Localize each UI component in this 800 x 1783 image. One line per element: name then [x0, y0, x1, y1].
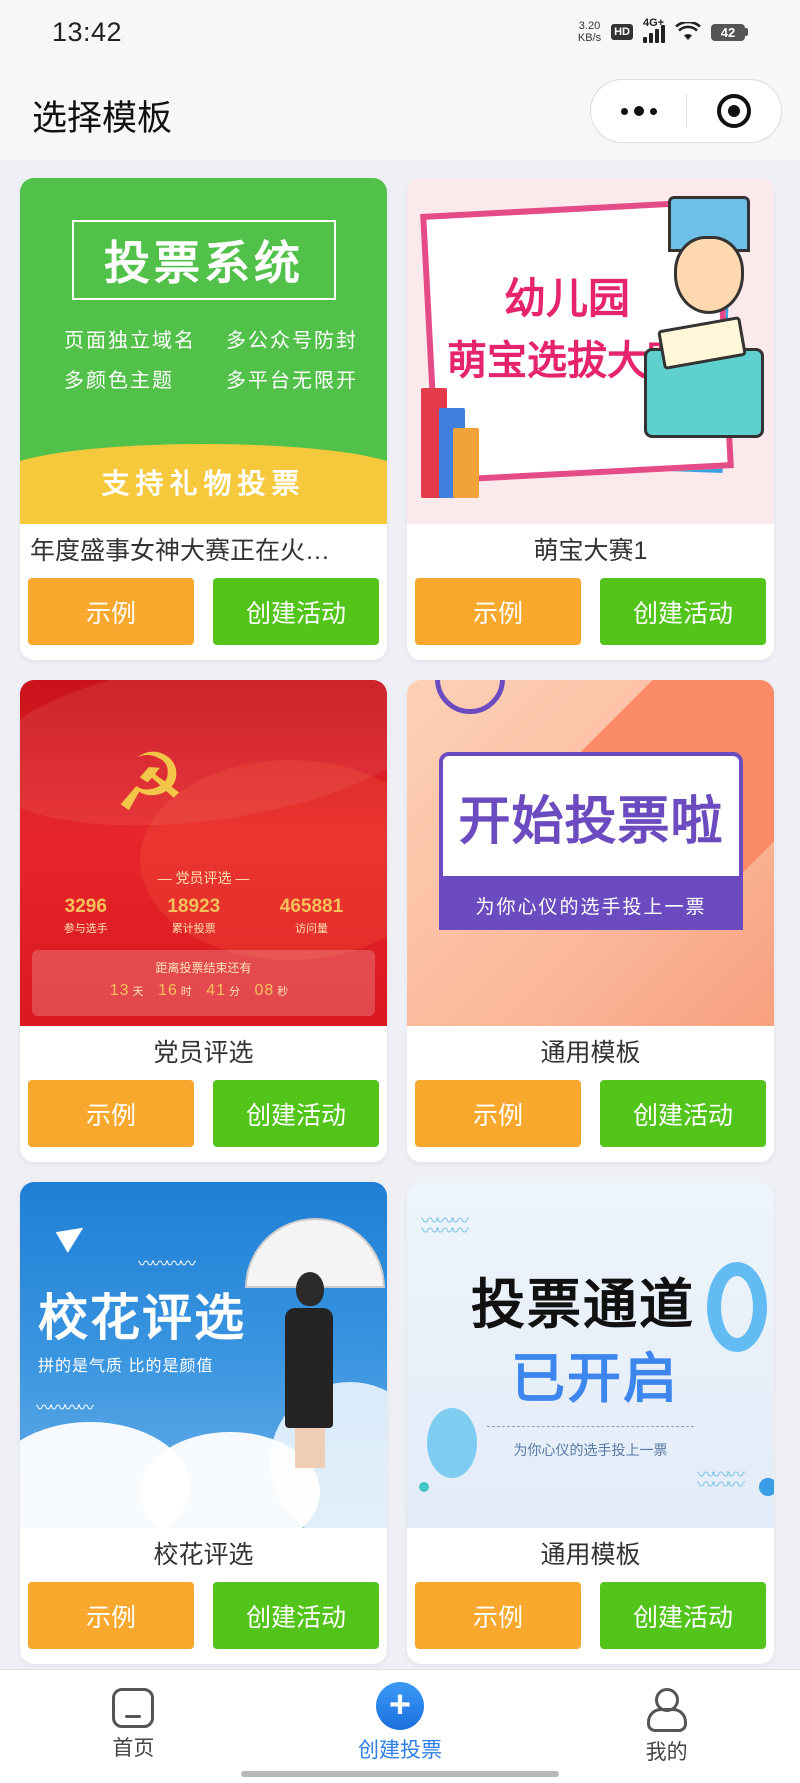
- thumb-stats: 3296 参与选手 18923 累计投票 465881 访问量: [34, 896, 373, 936]
- page-title: 选择模板: [32, 99, 173, 138]
- template-title: 通用模板: [540, 1541, 641, 1569]
- wave-decoration: 〰〰〰〰: [138, 1256, 196, 1273]
- thumb-feature: 多公众号防封: [226, 330, 358, 352]
- battery-level: 42: [711, 23, 745, 41]
- tab-label: 我的: [645, 1741, 688, 1764]
- template-title: 党员评选: [153, 1039, 254, 1067]
- home-indicator: [241, 1771, 559, 1777]
- signal-icon: 4G+: [643, 17, 665, 43]
- person-illustration: [285, 1272, 335, 1468]
- example-button[interactable]: 示例: [28, 1080, 194, 1147]
- wifi-icon: [675, 22, 701, 40]
- network-speed-unit: KB/s: [577, 32, 602, 44]
- boy-illustration: [674, 236, 744, 314]
- template-card: 〰〰〰 〰〰〰 〰〰〰 〰〰〰 投票通道 已开启 为你心仪的选手投上一票 通用模板 …: [407, 1182, 774, 1664]
- stat-item: 3296 参与选手: [63, 896, 108, 935]
- thumb-heading: — 党员评选 —: [157, 870, 250, 886]
- status-icons: 3.20 KB/s HD 4G+ 42: [578, 17, 748, 44]
- status-bar: 13:42 3.20 KB/s HD 4G+ 42: [0, 0, 800, 64]
- template-card: 开始投票啦 为你心仪的选手投上一票 通用模板 示例 创建活动: [407, 680, 774, 1162]
- wave-decoration: 〰〰〰〰: [36, 1400, 94, 1417]
- countdown: 13 天 16 时 41 分 08 秒: [109, 982, 290, 999]
- countdown-box: 距离投票结束还有 13 天 16 时 41 分 08 秒: [32, 950, 375, 1016]
- tab-me[interactable]: 我的: [533, 1670, 800, 1783]
- more-button[interactable]: [591, 80, 686, 142]
- mini-program-capsule: [590, 79, 782, 143]
- hd-badge: HD: [611, 24, 633, 40]
- template-title: 通用模板: [540, 1039, 641, 1067]
- stat-item: 18923 累计投票: [167, 896, 221, 935]
- ring-decoration: [707, 1262, 767, 1352]
- example-button[interactable]: 示例: [28, 1582, 194, 1649]
- thumb-subtitle: 为你心仪的选手投上一票: [513, 1442, 668, 1458]
- thumb-heading: 校花评选: [38, 1290, 246, 1346]
- thumb-heading: 开始投票啦: [439, 752, 743, 880]
- tab-create-vote[interactable]: + 创建投票: [267, 1670, 534, 1783]
- bottom-tab-bar: 首页 + 创建投票 我的: [0, 1669, 800, 1783]
- example-button[interactable]: 示例: [415, 1080, 581, 1147]
- template-thumbnail[interactable]: ☭ — 党员评选 — 3296 参与选手 18923 累计投票 465881 访…: [20, 680, 387, 1026]
- plus-icon: +: [376, 1682, 424, 1730]
- dot-decoration: [419, 1482, 429, 1492]
- network-type: 4G+: [643, 17, 665, 29]
- example-button[interactable]: 示例: [28, 578, 194, 645]
- tab-label: 首页: [112, 1737, 155, 1760]
- template-thumbnail[interactable]: 〰〰〰 〰〰〰 〰〰〰 〰〰〰 投票通道 已开启 为你心仪的选手投上一票: [407, 1182, 774, 1528]
- thumb-strip: 为你心仪的选手投上一票: [439, 880, 743, 930]
- book-illustration: [453, 428, 479, 498]
- example-button[interactable]: 示例: [415, 578, 581, 645]
- dot-decoration: [759, 1478, 774, 1496]
- thumb-feature: 页面独立域名: [64, 330, 196, 352]
- battery-icon: 42: [711, 23, 748, 41]
- template-card: 〰〰〰〰 〰〰〰〰 校花评选 拼的是气质 比的是颜值 校花评选 示例 创建活动: [20, 1182, 387, 1664]
- dashed-divider: [487, 1426, 694, 1427]
- network-speed-value: 3.20: [578, 20, 601, 32]
- create-activity-button[interactable]: 创建活动: [213, 1080, 379, 1147]
- status-time: 13:42: [52, 16, 123, 47]
- template-card: 投票系统 页面独立域名 多公众号防封 多颜色主题 多平台无限开 支持礼物投票 年…: [20, 178, 387, 660]
- thumb-heading: 投票系统: [72, 220, 336, 300]
- thumb-banner: 支持礼物投票: [101, 468, 306, 499]
- thumb-feature: 多颜色主题: [64, 370, 174, 392]
- home-icon: [112, 1688, 155, 1728]
- ring-decoration: [435, 680, 505, 714]
- wave-decoration: 〰〰〰 〰〰〰: [697, 1465, 745, 1495]
- template-thumbnail[interactable]: 投票系统 页面独立域名 多公众号防封 多颜色主题 多平台无限开 支持礼物投票: [20, 178, 387, 524]
- close-button[interactable]: [687, 80, 781, 142]
- template-thumbnail[interactable]: 〰〰〰〰 〰〰〰〰 校花评选 拼的是气质 比的是颜值: [20, 1182, 387, 1528]
- hammer-sickle-icon: ☭: [114, 738, 186, 827]
- template-title: 年度盛事女神大赛正在火…: [30, 537, 331, 565]
- template-card: 幼儿园 萌宝选拔大赛 萌宝大赛1 示例 创建活动: [407, 178, 774, 660]
- target-icon: [717, 94, 751, 128]
- tab-home[interactable]: 首页: [0, 1670, 267, 1783]
- user-icon: [645, 1688, 689, 1732]
- template-title: 校花评选: [153, 1541, 254, 1569]
- create-activity-button[interactable]: 创建活动: [213, 1582, 379, 1649]
- thumb-heading-line1: 投票通道: [471, 1275, 695, 1335]
- create-activity-button[interactable]: 创建活动: [600, 1080, 766, 1147]
- create-activity-button[interactable]: 创建活动: [600, 578, 766, 645]
- template-thumbnail[interactable]: 开始投票啦 为你心仪的选手投上一票: [407, 680, 774, 1026]
- example-button[interactable]: 示例: [415, 1582, 581, 1649]
- thumb-heading-line2: 已开启: [511, 1349, 679, 1409]
- template-title: 萌宝大赛1: [533, 537, 648, 565]
- thumb-subtitle: 拼的是气质 比的是颜值: [38, 1358, 214, 1375]
- app-header: 选择模板: [0, 64, 800, 160]
- thumb-feature: 多平台无限开: [226, 370, 358, 392]
- template-grid: 投票系统 页面独立域名 多公众号防封 多颜色主题 多平台无限开 支持礼物投票 年…: [20, 178, 776, 1664]
- stat-item: 465881 访问量: [279, 896, 344, 935]
- wave-decoration: 〰〰〰 〰〰〰: [421, 1211, 469, 1241]
- thumb-heading-line1: 幼儿园: [503, 275, 630, 322]
- countdown-title: 距离投票结束还有: [155, 961, 252, 975]
- paper-plane-icon: [55, 1219, 91, 1253]
- template-thumbnail[interactable]: 幼儿园 萌宝选拔大赛: [407, 178, 774, 524]
- create-activity-button[interactable]: 创建活动: [600, 1582, 766, 1649]
- template-card: ☭ — 党员评选 — 3296 参与选手 18923 累计投票 465881 访…: [20, 680, 387, 1162]
- tab-label: 创建投票: [358, 1739, 442, 1762]
- network-speed: 3.20 KB/s: [578, 20, 601, 44]
- create-activity-button[interactable]: 创建活动: [213, 578, 379, 645]
